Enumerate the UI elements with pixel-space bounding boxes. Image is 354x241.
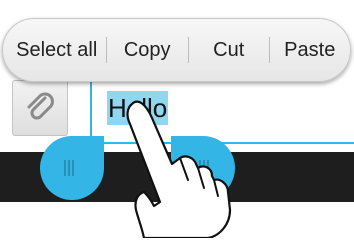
selection-start-handle[interactable] (40, 136, 104, 200)
pointing-finger-icon (126, 100, 232, 238)
copy-button[interactable]: Copy (106, 19, 188, 81)
select-all-button[interactable]: Select all (3, 19, 106, 81)
text-selection-action-bar: Select all Copy Cut Paste (2, 18, 351, 82)
paperclip-icon (27, 92, 54, 120)
text-selection-handle-icon (40, 136, 104, 200)
cut-button[interactable]: Cut (187, 19, 270, 81)
attach-button[interactable] (12, 80, 68, 136)
paste-button[interactable]: Paste (269, 19, 350, 81)
